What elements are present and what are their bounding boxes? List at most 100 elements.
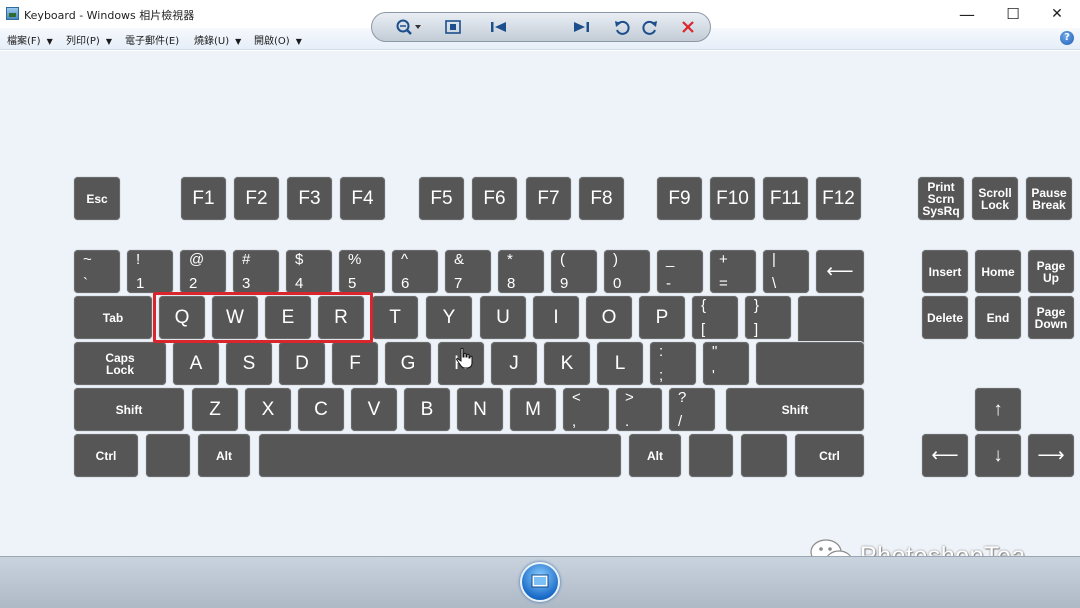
menu-print[interactable]: 列印(P) ▼ [66,32,112,47]
key-label: Delete [926,310,964,325]
key-top-label: + [719,251,728,268]
key-label: Shift [115,402,143,417]
maximize-button[interactable]: ☐ [990,0,1036,28]
key-bot-label: 0 [613,275,622,292]
key-menu [741,434,787,477]
key-d: D [279,342,325,385]
hand-cursor-icon [456,347,473,369]
close-button[interactable]: ✕ [1034,0,1080,28]
key-top-label: _ [666,251,675,268]
key-i: I [533,296,579,339]
rotate-right-button[interactable] [640,18,660,36]
rotate-right-icon [642,20,657,35]
key-bot-label: ] [754,321,759,338]
key-x: X [245,388,291,431]
key-symbol: | \ [763,250,809,293]
key-label: F5 [430,187,453,209]
minimize-button[interactable]: — [944,0,990,28]
key-j: J [491,342,537,385]
key-home: Home [975,250,1021,293]
key-2: @2 [180,250,226,293]
fit-window-icon [445,20,461,34]
key-label: F11 [769,187,802,209]
key-label: M [525,398,541,420]
key-f4: F4 [340,177,385,220]
menu-burn[interactable]: 燒錄(U) ▼ [194,32,241,47]
key-3: #3 [233,250,279,293]
key-f5: F5 [419,177,464,220]
key-right-win [689,434,733,477]
key-left-win [146,434,190,477]
key-label: Ctrl [95,448,117,463]
key-label: A [189,352,203,374]
key-label: Esc [86,191,108,206]
previous-icon [491,22,506,32]
rotate-left-button[interactable] [612,18,632,36]
key-tab: Tab [74,296,152,339]
key-label: Scroll Lock [978,185,1012,212]
key-label: V [367,398,381,420]
key-label: F6 [483,187,506,209]
key-y: Y [426,296,472,339]
zoom-button[interactable] [392,18,424,36]
key-open-bracket: {[ [692,296,738,339]
key-bot-label: - [666,275,671,292]
key-symbol: + = [710,250,756,293]
key-top-label: " [712,343,718,360]
key-bot-label: 1 [136,275,145,292]
zoom-icon [396,19,421,35]
key-label: N [473,398,487,420]
key-label: S [242,352,256,374]
key-label: F [349,352,361,374]
key-6: ^ 6 [392,250,438,293]
slideshow-button[interactable] [520,562,560,602]
key-symbol: _ - [657,250,703,293]
key-bot-label: 8 [507,275,516,292]
key-backspace: ⟵ [816,250,864,293]
menu-open[interactable]: 開啟(O) ▼ [254,32,302,47]
key-label: F9 [668,187,691,209]
delete-icon [682,21,694,33]
actual-size-button[interactable] [442,18,464,36]
key-f8: F8 [579,177,624,220]
previous-button[interactable] [486,18,512,36]
key-8: * 8 [498,250,544,293]
chevron-down-icon: ▼ [105,37,112,46]
key-caps-lock: Caps Lock [74,342,166,385]
key-bot-label: , [572,413,577,430]
key-label: D [295,352,309,374]
key-left-shift: Shift [74,388,184,431]
key-top-label: { [701,297,707,314]
key-top-label: % [348,251,362,268]
key-top-label: @ [189,251,205,268]
key-label: K [560,352,574,374]
key-f1: F1 [181,177,226,220]
key-bot-label: 6 [401,275,410,292]
key-bot-label: 3 [242,275,251,292]
window-title: Keyboard - Windows 相片檢視器 [24,9,195,22]
key-label: I [553,306,559,328]
key-g: G [385,342,431,385]
key-label: Page Up [1036,258,1066,285]
delete-button[interactable] [678,18,698,36]
key-top-label: ~ [83,251,92,268]
key-label: F10 [716,187,749,209]
key-top-label: & [454,251,465,268]
chevron-down-icon: ▼ [295,37,302,46]
key-k: K [544,342,590,385]
key-top-label: ? [678,389,687,406]
key-top-label: ( [560,251,565,268]
next-button[interactable] [568,18,594,36]
menu-email[interactable]: 電子郵件(E) [125,32,179,47]
key-f: F [332,342,378,385]
help-icon[interactable]: ? [1060,31,1074,45]
key-insert: Insert [922,250,968,293]
key-bot-label: \ [772,275,777,292]
photo-viewer-app-icon [6,7,19,20]
key-label: Y [442,306,456,328]
key-m: M [510,388,556,431]
key-label: Pause Break [1031,185,1067,212]
key-4: $4 [286,250,332,293]
menu-file[interactable]: 檔案(F) ▼ [7,32,53,47]
key-1: ! 1 [127,250,173,293]
